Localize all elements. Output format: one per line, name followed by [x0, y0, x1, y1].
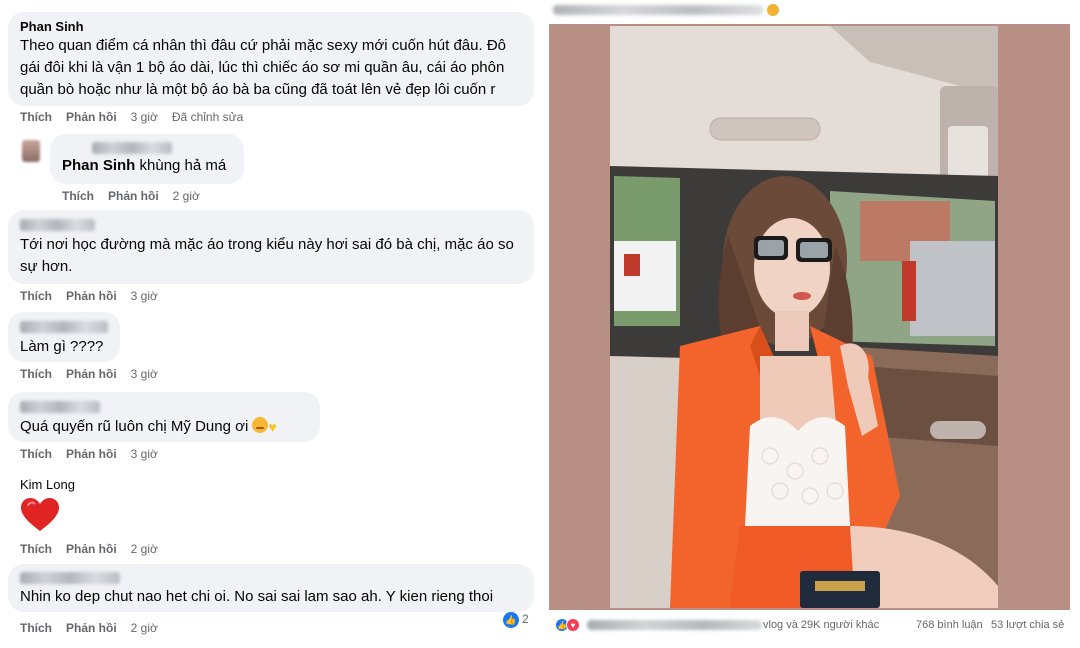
red-heart-icon	[21, 498, 59, 531]
comment-actions: Thích Phản hồi 2 giờ	[20, 621, 158, 635]
comment-bubble: Tới nơi học đường mà mặc áo trong kiểu n…	[8, 210, 534, 284]
comment-timestamp[interactable]: 3 giờ	[131, 367, 158, 381]
comment-actions: Thích Phản hồi 3 giờ	[20, 289, 158, 303]
shares-count[interactable]: 53 lượt chia sẻ	[991, 619, 1064, 631]
post-panel: 👍 ♥ vlog và 29K người khác 768 bình luận…	[545, 0, 1080, 648]
comment-text-body: khùng hả má	[135, 157, 227, 174]
like-comment-button[interactable]: Thích	[20, 367, 52, 381]
comment-actions: Thích Phản hồi 3 giờ Đã chỉnh sửa	[20, 110, 243, 124]
like-comment-button[interactable]: Thích	[20, 542, 52, 556]
like-comment-button[interactable]: Thích	[20, 447, 52, 461]
comments-count[interactable]: 768 bình luận	[916, 619, 983, 631]
comment-text-line: Theo quan điểm cá nhân thì đâu cứ phải m…	[20, 37, 506, 54]
love-reaction-icon[interactable]: ♥	[566, 618, 580, 632]
comment-timestamp[interactable]: 3 giờ	[131, 447, 158, 461]
comment-text-body: Quá quyến rũ luôn chị Mỹ Dung ơi	[20, 418, 253, 435]
comment-text-line: gái đôi khi là vận 1 bộ áo dài, lúc thì …	[20, 59, 505, 76]
comment-text: Nhin ko dep chut nao het chi oi. No sai …	[20, 588, 494, 605]
comment-bubble: Nhin ko dep chut nao het chi oi. No sai …	[8, 564, 534, 612]
like-comment-button[interactable]: Thích	[20, 621, 52, 635]
comment-text: Quá quyến rũ luôn chị Mỹ Dung ơi ♥	[20, 416, 308, 438]
reply-comment-button[interactable]: Phản hồi	[66, 621, 117, 635]
comment-actions: Thích Phản hồi 2 giờ	[20, 542, 158, 556]
blurred-post-caption	[553, 5, 763, 15]
comment-author[interactable]: Phan Sinh	[20, 18, 522, 35]
reply-comment-button[interactable]: Phản hồi	[108, 189, 159, 203]
comment-bubble: Làm gì ????	[8, 312, 120, 362]
post-footer: 👍 ♥ vlog và 29K người khác 768 bình luận…	[555, 618, 1070, 638]
reply-comment-button[interactable]: Phản hồi	[66, 367, 117, 381]
comment-actions: Thích Phản hồi 2 giờ	[62, 189, 200, 203]
smiling-face-with-hearts-icon	[252, 417, 269, 433]
comment-text-line: quần bò hoặc như là một bộ áo bà ba cũng…	[20, 81, 496, 98]
comment-timestamp[interactable]: 3 giờ	[131, 110, 158, 124]
post-photo-frame	[549, 24, 1070, 610]
blurred-author-name	[92, 142, 172, 154]
reaction-count[interactable]: 2	[522, 612, 529, 626]
comment-author[interactable]: Kim Long	[20, 476, 75, 493]
comment-timestamp[interactable]: 3 giờ	[131, 289, 158, 303]
comment-timestamp[interactable]: 2 giờ	[131, 542, 158, 556]
reactions-summary[interactable]: vlog và 29K người khác	[763, 619, 879, 631]
comment-timestamp[interactable]: 2 giờ	[173, 189, 200, 203]
reply-comment-button[interactable]: Phản hồi	[66, 542, 117, 556]
like-reaction-icon[interactable]: 👍	[503, 612, 519, 628]
yellow-heart-icon: ♥	[268, 419, 277, 435]
comment-bubble: Phan Sinh khùng hả má	[50, 134, 244, 184]
comment-text-line: Tới nơi học đường mà mặc áo trong kiểu n…	[20, 236, 514, 253]
comment-actions: Thích Phản hồi 3 giờ	[20, 447, 158, 461]
like-comment-button[interactable]: Thích	[62, 189, 94, 203]
comment-text: Làm gì ????	[20, 338, 104, 355]
emoji-icon	[767, 4, 779, 16]
edited-label: Đã chỉnh sửa	[171, 110, 244, 124]
post-photo[interactable]	[610, 26, 998, 608]
reply-comment-button[interactable]: Phản hồi	[66, 110, 117, 124]
comment-actions: Thích Phản hồi 3 giờ	[20, 367, 158, 381]
like-comment-button[interactable]: Thích	[20, 289, 52, 303]
blurred-reactor-names	[587, 620, 762, 630]
reply-comment-button[interactable]: Phản hồi	[66, 289, 117, 303]
blurred-author-name	[20, 219, 95, 231]
comment-bubble: Quá quyến rũ luôn chị Mỹ Dung ơi ♥	[8, 392, 320, 442]
avatar[interactable]	[22, 140, 40, 162]
comment-bubble: Phan Sinh Theo quan điểm cá nhân thì đâu…	[8, 12, 534, 106]
comment-timestamp[interactable]: 2 giờ	[131, 621, 158, 635]
blurred-author-name	[20, 321, 108, 333]
comments-panel: Phan Sinh Theo quan điểm cá nhân thì đâu…	[0, 0, 534, 648]
comment-text-line: sự hơn.	[20, 258, 73, 275]
comment-text: Phan Sinh khùng hả má	[62, 155, 232, 177]
blurred-author-name	[20, 401, 100, 413]
photo-illustration	[610, 26, 998, 608]
blurred-author-name	[20, 572, 120, 584]
mentioned-user[interactable]: Phan Sinh	[62, 157, 135, 174]
comment-author-block: Kim Long	[20, 476, 75, 538]
reply-comment-button[interactable]: Phản hồi	[66, 447, 117, 461]
like-comment-button[interactable]: Thích	[20, 110, 52, 124]
